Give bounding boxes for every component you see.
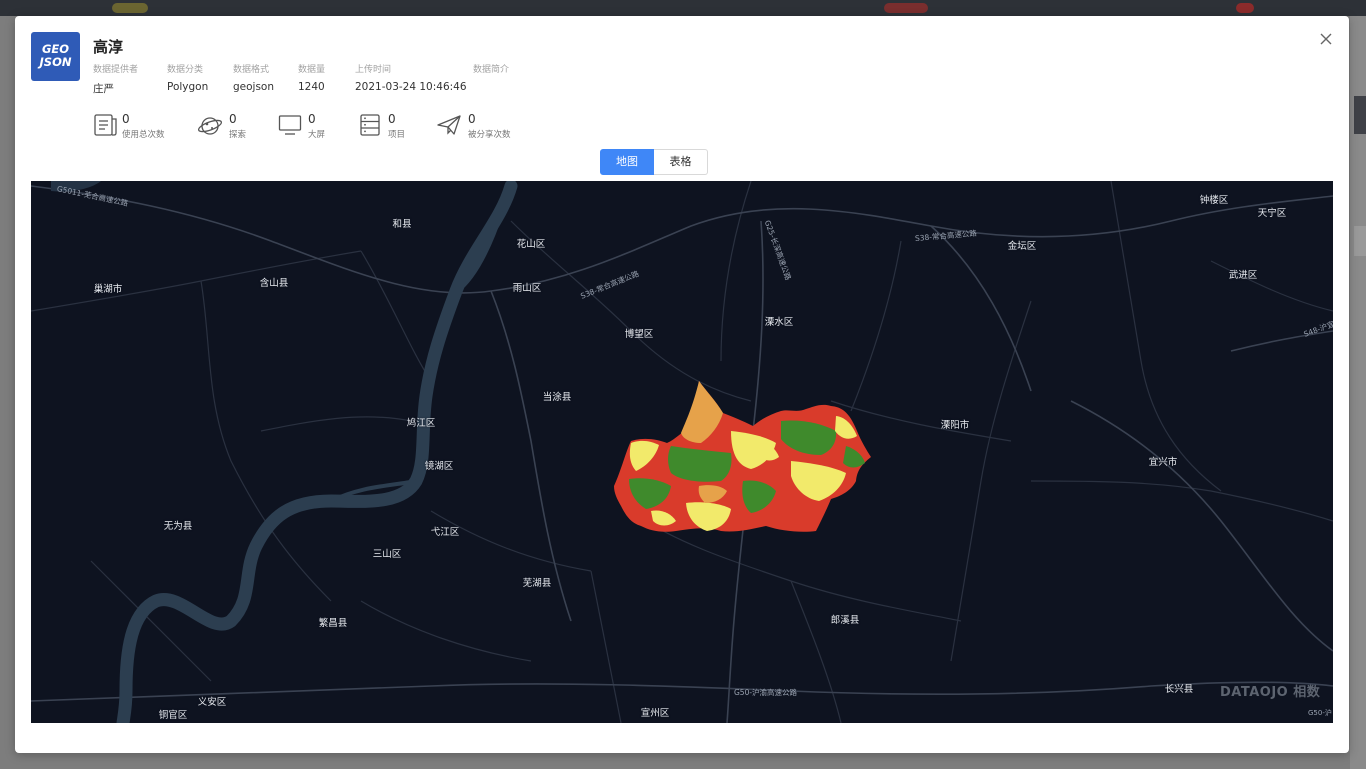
place-label: 繁昌县 xyxy=(318,618,348,629)
monitor-icon xyxy=(278,112,304,138)
dataset-title: 高淳 xyxy=(93,38,124,56)
stat-explore-label: 探索 xyxy=(229,130,247,140)
meta-upload-time: 上传时间 2021-03-24 10:46:46 xyxy=(355,62,467,93)
place-label: 溧水区 xyxy=(764,317,794,328)
stat-share: 0 被分享次数 xyxy=(436,112,526,142)
place-label: 长兴县 xyxy=(1164,684,1194,695)
stat-project-label: 项目 xyxy=(388,130,406,140)
app-right-strip xyxy=(1350,16,1366,769)
meta-provider-label: 数据提供者 xyxy=(93,65,139,75)
stat-usage-count: 0 xyxy=(122,112,130,126)
meta-format-label: 数据格式 xyxy=(233,65,270,75)
place-label: 铜官区 xyxy=(158,710,188,721)
stat-usage: 0 使用总次数 xyxy=(93,112,173,142)
meta-upload-label: 上传时间 xyxy=(355,65,392,75)
place-label: 天宁区 xyxy=(1257,208,1287,219)
app-topbar-alert xyxy=(884,3,928,13)
place-label: 义安区 xyxy=(197,697,227,708)
tab-table[interactable]: 表格 xyxy=(654,149,708,175)
stat-explore-count: 0 xyxy=(229,112,237,126)
app-topbar-counter xyxy=(1236,3,1254,13)
view-toggle: 地图 表格 xyxy=(600,149,708,175)
place-label: 含山县 xyxy=(259,278,289,289)
stat-usage-label: 使用总次数 xyxy=(122,130,165,140)
planet-icon xyxy=(197,112,224,138)
meta-count: 数据量 1240 xyxy=(298,62,325,93)
basemap xyxy=(31,181,1333,723)
stat-screen-count: 0 xyxy=(308,112,316,126)
place-label: 弋江区 xyxy=(430,527,460,538)
send-icon xyxy=(436,112,462,138)
stat-share-label: 被分享次数 xyxy=(468,130,511,140)
stat-project: 0 项目 xyxy=(359,112,419,142)
app-topbar-badge xyxy=(112,3,148,13)
place-label: 当涂县 xyxy=(542,392,572,403)
meta-upload-value: 2021-03-24 10:46:46 xyxy=(355,81,467,93)
document-icon xyxy=(93,112,119,138)
meta-category-value: Polygon xyxy=(167,81,209,93)
road-label: G50-沪渝高速公路 xyxy=(734,688,798,697)
dataset-detail-dialog: GEO JSON 高淳 数据提供者 庄严 数据分类 Polygon 数据格式 g… xyxy=(15,16,1349,753)
place-label: 花山区 xyxy=(516,239,546,250)
stat-project-count: 0 xyxy=(388,112,396,126)
place-label: 郎溪县 xyxy=(830,615,860,626)
meta-category-label: 数据分类 xyxy=(167,65,204,75)
place-label: 博望区 xyxy=(624,329,654,340)
server-icon xyxy=(359,112,385,138)
meta-provider: 数据提供者 庄严 xyxy=(93,62,138,96)
place-label: 芜湖县 xyxy=(522,578,552,589)
meta-format: 数据格式 geojson xyxy=(233,62,274,93)
place-label: 和县 xyxy=(392,219,412,230)
stat-explore: 0 探索 xyxy=(197,112,258,142)
place-label: 宣州区 xyxy=(640,708,670,719)
place-label: 金坛区 xyxy=(1007,241,1037,252)
stat-screen-label: 大屏 xyxy=(308,130,326,140)
choropleth-region xyxy=(614,381,871,532)
place-label: 宜兴市 xyxy=(1148,457,1178,468)
meta-intro: 数据简介 xyxy=(473,62,509,75)
stat-screen: 0 大屏 xyxy=(278,112,338,142)
place-label: 雨山区 xyxy=(512,283,542,294)
place-label: 镜湖区 xyxy=(424,461,454,472)
meta-format-value: geojson xyxy=(233,81,275,93)
app-right-block xyxy=(1354,226,1366,256)
place-label: 溧阳市 xyxy=(940,420,970,431)
close-icon[interactable] xyxy=(1317,30,1335,48)
meta-count-label: 数据量 xyxy=(298,65,326,75)
app-topbar xyxy=(0,0,1366,16)
meta-intro-label: 数据简介 xyxy=(473,65,510,75)
geojson-logo: GEO JSON xyxy=(31,32,80,81)
map-view[interactable]: 和县 花山区 钟楼区 天宁区 金坛区 巢湖市 含山县 雨山区 武进区 博望区 溧… xyxy=(31,181,1333,723)
meta-count-value: 1240 xyxy=(298,81,325,93)
place-label: 三山区 xyxy=(372,549,402,560)
meta-provider-value: 庄严 xyxy=(93,83,114,95)
app-right-block xyxy=(1354,96,1366,134)
place-label: 无为县 xyxy=(163,521,193,532)
watermark-logo: DATAOJO 相数 xyxy=(1220,685,1321,700)
place-label: 巢湖市 xyxy=(93,284,123,295)
meta-category: 数据分类 Polygon xyxy=(167,62,208,93)
place-label: 鸠江区 xyxy=(406,418,436,429)
logo-line-2: JSON xyxy=(39,55,72,69)
place-label: 钟楼区 xyxy=(1199,195,1229,206)
place-label: 武进区 xyxy=(1228,270,1258,281)
stat-share-count: 0 xyxy=(468,112,476,126)
tab-map[interactable]: 地图 xyxy=(600,149,654,175)
road-label: G50-沪 xyxy=(1308,709,1332,717)
